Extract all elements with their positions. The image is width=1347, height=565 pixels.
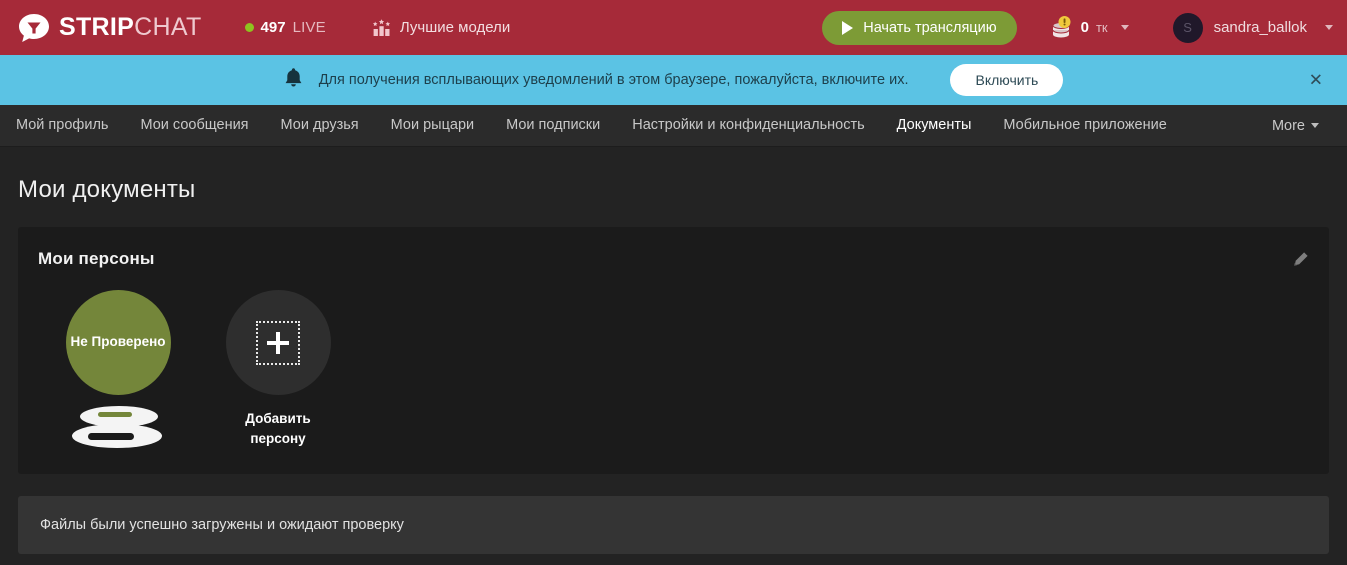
add-persona-label: Добавить персону — [245, 411, 311, 446]
persona-list: Не Проверено Добавить персону — [18, 269, 1329, 452]
my-personas-title: Мои персоны — [38, 249, 155, 268]
live-status-dot — [244, 23, 254, 32]
stripchat-bubble-logo-icon — [18, 12, 50, 44]
push-notification-bar: Для получения всплывающих уведомлений в … — [0, 55, 1347, 105]
top-header: STRIPCHAT 497 LIVE Лучшие модели Начать … — [0, 0, 1347, 55]
token-amount: 0 — [1080, 19, 1089, 36]
user-menu[interactable]: S sandra_ballok — [1172, 12, 1333, 43]
header-right-group: Начать трансляцию 0 тк S sandra_ballok — [822, 10, 1333, 45]
bell-icon — [284, 67, 303, 93]
persona-item-add[interactable]: Добавить персону — [198, 290, 358, 452]
live-count-number: 497 — [260, 19, 286, 36]
push-notification-text: Для получения всплывающих уведомлений в … — [318, 72, 909, 88]
nav-item-mobile-app[interactable]: Мобильное приложение — [987, 105, 1182, 146]
upload-status-alert: Файлы были успешно загружены и ожидают п… — [18, 496, 1329, 554]
nav-item-my-subscriptions[interactable]: Мои подписки — [490, 105, 616, 146]
chevron-down-icon — [1311, 123, 1319, 128]
push-notification-content: Для получения всплывающих уведомлений в … — [284, 64, 1064, 96]
avatar: S — [1172, 12, 1203, 43]
chevron-down-icon — [1325, 25, 1333, 30]
redaction-gap — [98, 412, 132, 417]
nav-item-my-knights[interactable]: Мои рыцари — [375, 105, 490, 146]
my-personas-card: Мои персоны Не Проверено Добавить персон… — [18, 227, 1329, 474]
top-models-label: Лучшие модели — [399, 19, 511, 36]
redaction-gap — [88, 433, 134, 440]
persona-status-badge: Не Проверено — [70, 334, 166, 350]
persona-item-existing[interactable]: Не Проверено — [38, 290, 198, 452]
close-icon[interactable]: ✕ — [1309, 72, 1323, 89]
enable-notifications-button[interactable]: Включить — [950, 64, 1064, 96]
live-count-label: LIVE — [292, 19, 326, 36]
coins-icon — [1049, 15, 1075, 41]
nav-more-label: More — [1271, 117, 1305, 134]
nav-item-my-profile[interactable]: Мой профиль — [16, 105, 124, 146]
nav-more-dropdown[interactable]: More — [1272, 118, 1331, 134]
chevron-down-icon — [1120, 25, 1129, 30]
token-balance[interactable]: 0 тк — [1049, 15, 1129, 41]
logo-wordmark: STRIPCHAT — [59, 15, 202, 40]
logo-text-strip: STRIP — [59, 13, 135, 41]
persona-avatar-unverified[interactable]: Не Проверено — [65, 290, 171, 395]
main-content: Мои документы Мои персоны Не Проверено Д… — [0, 147, 1347, 554]
nav-item-my-messages[interactable]: Мои сообщения — [124, 105, 264, 146]
start-broadcast-label: Начать трансляцию — [863, 19, 997, 36]
live-count[interactable]: 497 LIVE — [244, 19, 326, 36]
play-icon — [842, 20, 854, 35]
username-label: sandra_ballok — [1213, 19, 1307, 36]
token-unit: тк — [1095, 20, 1108, 35]
add-persona-button[interactable] — [225, 290, 331, 395]
nav-item-my-friends[interactable]: Мои друзья — [265, 105, 375, 146]
top-models-link[interactable]: Лучшие модели — [372, 18, 510, 37]
start-broadcast-button[interactable]: Начать трансляцию — [822, 10, 1017, 45]
site-logo[interactable]: STRIPCHAT — [18, 12, 202, 44]
pencil-edit-icon[interactable] — [1292, 251, 1309, 268]
my-personas-card-header: Мои персоны — [18, 227, 1329, 269]
persona-name-redacted — [72, 406, 164, 452]
podium-star-icon — [372, 18, 391, 37]
page-title: Мои документы — [18, 176, 196, 203]
nav-item-documents[interactable]: Документы — [881, 105, 988, 146]
logo-text-chat: CHAT — [134, 13, 202, 41]
plus-icon — [256, 320, 300, 365]
nav-item-settings-privacy[interactable]: Настройки и конфиденциальность — [616, 105, 880, 146]
account-navbar: Мой профиль Мои сообщения Мои друзья Мои… — [0, 105, 1347, 147]
